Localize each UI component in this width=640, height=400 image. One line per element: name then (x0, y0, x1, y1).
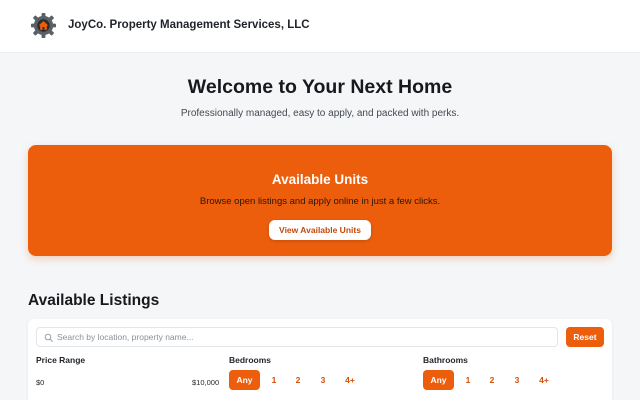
bedrooms-option-1[interactable]: 1 (264, 370, 284, 390)
bathrooms-option-2[interactable]: 2 (482, 370, 502, 390)
site-header: JoyCo. Property Management Services, LLC (0, 0, 640, 53)
hero-subtitle: Professionally managed, easy to apply, a… (180, 108, 460, 119)
bathrooms-label: Bathrooms (423, 355, 468, 365)
bathrooms-option-any[interactable]: Any (423, 370, 454, 390)
search-input[interactable] (57, 328, 552, 346)
listings-filter-panel: Reset Price Range $0 $10,000 Bedrooms An… (28, 319, 612, 400)
banner-subtitle: Browse open listings and apply online in… (199, 196, 441, 207)
bathrooms-option-3[interactable]: 3 (507, 370, 527, 390)
search-box (36, 327, 558, 347)
listings-section-title: Available Listings (28, 292, 160, 309)
bedrooms-option-2[interactable]: 2 (288, 370, 308, 390)
available-units-banner: Available Units Browse open listings and… (28, 145, 612, 256)
bedrooms-label: Bedrooms (229, 355, 272, 365)
search-icon (44, 333, 53, 342)
price-range-label: Price Range (36, 355, 86, 365)
hero-title: Welcome to Your Next Home (187, 76, 453, 98)
bathrooms-option-1[interactable]: 1 (458, 370, 478, 390)
company-name: JoyCo. Property Management Services, LLC (68, 19, 310, 31)
price-min-label: $0 (36, 378, 45, 387)
gear-house-logo-icon[interactable] (30, 12, 57, 39)
bedrooms-option-any[interactable]: Any (229, 370, 260, 390)
price-max-label: $10,000 (192, 378, 220, 387)
bedrooms-option-4plus[interactable]: 4+ (340, 370, 360, 390)
bathrooms-option-4plus[interactable]: 4+ (534, 370, 554, 390)
banner-title: Available Units (271, 172, 369, 187)
view-available-units-button[interactable]: View Available Units (269, 220, 371, 240)
bedrooms-option-3[interactable]: 3 (313, 370, 333, 390)
reset-button[interactable]: Reset (566, 327, 604, 347)
